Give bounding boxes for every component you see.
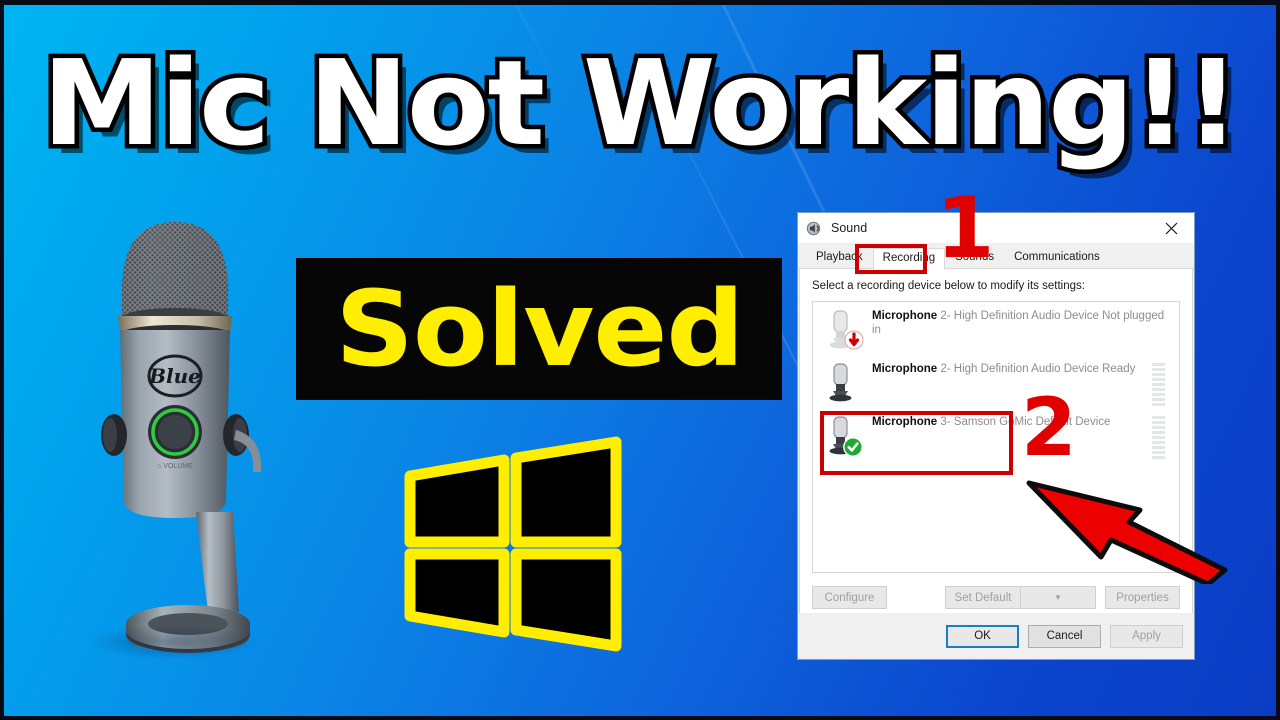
cancel-button[interactable]: Cancel [1028,624,1101,648]
frame-edge-right [1276,0,1280,720]
device-name: Microphone [872,310,938,322]
dialog-title: Sound [831,221,868,235]
headline-text: Mic Not Working!! [37,34,1244,172]
device-detail: 2- High Definition Audio Device [940,310,1099,322]
sound-settings-dialog[interactable]: Sound Playback Recording Sounds Communic… [797,212,1195,660]
microphone-default-icon [824,413,864,457]
microphone-shadow [88,624,258,660]
frame-edge-bottom [0,716,1280,720]
svg-text:Blue: Blue [148,364,201,388]
blue-yeti-nano-microphone-image: Blue ⌂ VOLUME [60,200,290,670]
windows-logo-icon [398,430,630,658]
tab-playback[interactable]: Playback [806,247,873,270]
dialog-titlebar: Sound [798,213,1194,243]
frame-edge-left [0,0,4,720]
properties-button[interactable]: Properties [1105,586,1180,609]
device-status: Ready [1102,363,1136,375]
annotation-step-1: 1 [936,179,995,277]
panel-prompt: Select a recording device below to modif… [812,280,1085,292]
ok-button[interactable]: OK [946,624,1019,648]
tab-communications[interactable]: Communications [1004,247,1110,270]
device-detail: 3- Samson GoMic [940,416,1033,428]
annotation-step-2: 2 [1021,381,1077,474]
microphone-icon [824,360,864,404]
dialog-tabstrip[interactable]: Playback Recording Sounds Communications [798,243,1194,270]
device-name: Microphone [872,416,938,428]
device-meta: Microphone 2- High Definition Audio Devi… [872,307,1173,337]
list-item[interactable]: Microphone 3- Samson GoMic Default Devic… [813,408,1179,461]
set-default-split-button[interactable]: Set Default ▼ [945,586,1096,609]
volume-level-meter [1152,416,1165,461]
chevron-down-icon[interactable]: ▼ [1021,586,1096,609]
list-item[interactable]: Microphone 2- High Definition Audio Devi… [813,302,1179,355]
device-meta: Microphone 3- Samson GoMic Default Devic… [872,413,1152,429]
apply-button[interactable]: Apply [1110,624,1183,648]
device-name: Microphone [872,363,938,375]
device-meta: Microphone 2- High Definition Audio Devi… [872,360,1152,376]
dialog-footer: OK Cancel Apply [798,613,1194,659]
microphone-graphic: Blue ⌂ VOLUME [101,222,262,653]
volume-level-meter [1152,363,1165,408]
solved-badge: Solved [296,258,782,400]
red-pointer-arrow-icon [1003,464,1233,587]
device-action-buttons: Configure Set Default ▼ Properties [812,586,1180,609]
microphone-unplugged-icon [824,307,864,351]
solved-badge-label: Solved [334,268,744,390]
frame-edge-top [0,0,1280,5]
set-default-button[interactable]: Set Default [945,586,1021,609]
speaker-icon [806,220,823,237]
device-detail: 2- High Definition Audio Device [940,363,1099,375]
configure-button[interactable]: Configure [812,586,887,609]
svg-text:⌂ VOLUME: ⌂ VOLUME [157,463,193,470]
close-icon[interactable] [1149,213,1194,243]
list-item[interactable]: Microphone 2- High Definition Audio Devi… [813,355,1179,408]
tab-recording[interactable]: Recording [872,247,946,270]
youtube-thumbnail-canvas: Mic Not Working!! Blue ⌂ VOLUME Solved S… [0,0,1280,720]
